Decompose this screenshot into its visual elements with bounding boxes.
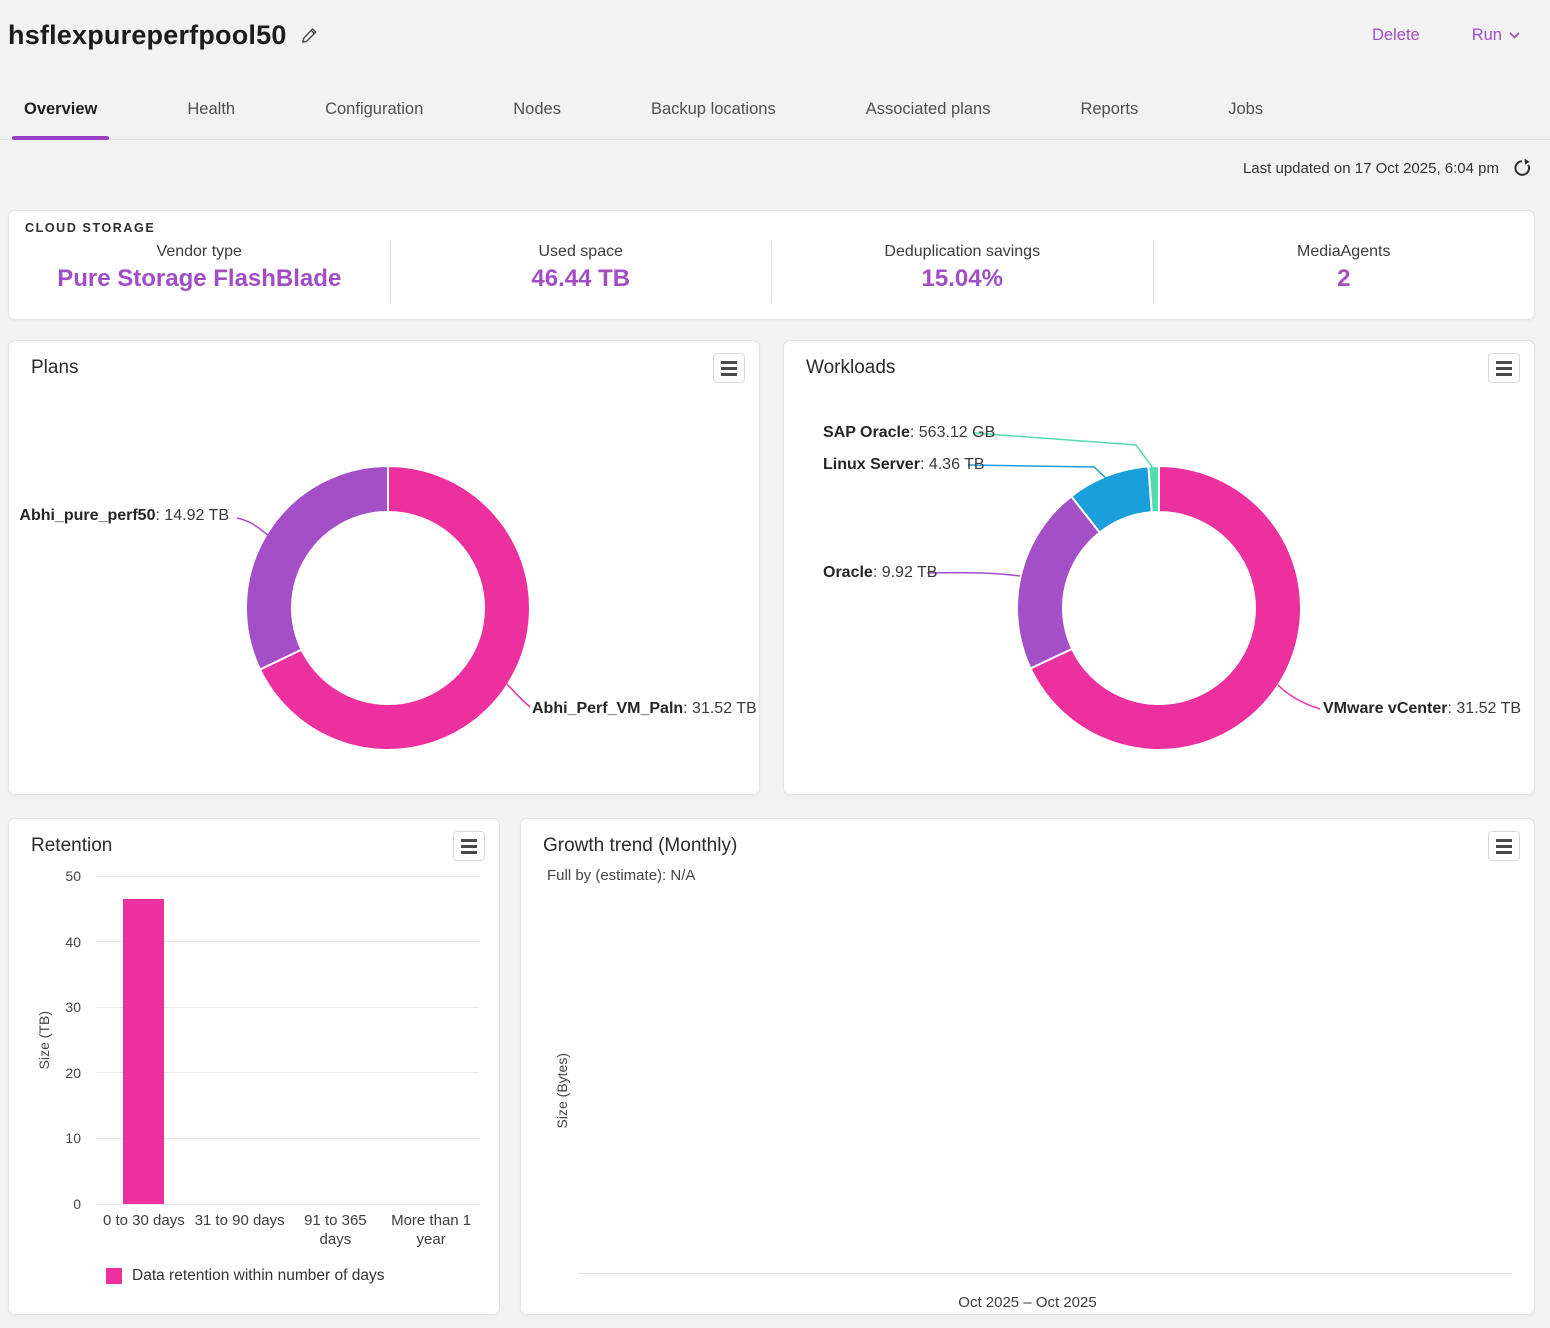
- workloads-card: Workloads SAP Oracle563.12 GB Linux Serv…: [783, 340, 1535, 795]
- y-tick-label: 10: [39, 1130, 81, 1146]
- growth-x-axis-line: [579, 1273, 1511, 1274]
- leader-line: [237, 518, 269, 536]
- stat-label: MediaAgents: [1154, 243, 1535, 261]
- donut-slice-abhi-pure-perf50[interactable]: [246, 466, 388, 670]
- growth-full-by-estimate: Full by (estimate): N/A: [547, 867, 695, 884]
- retention-card-title: Retention: [31, 835, 112, 857]
- workloads-label-vmware-vcenter: VMware vCenter31.52 TB: [1323, 700, 1521, 718]
- slice-label-name: Abhi_Perf_VM_Paln: [532, 700, 683, 717]
- slice-label-value: 9.92 TB: [873, 564, 938, 581]
- leader-line: [1278, 685, 1320, 709]
- slice-label-value: 563.12 GB: [910, 424, 995, 441]
- slice-label-value: 14.92 TB: [155, 507, 229, 524]
- last-updated-text: Last updated on 17 Oct 2025, 6:04 pm: [1243, 160, 1499, 177]
- delete-button[interactable]: Delete: [1372, 26, 1420, 45]
- x-category-label: 31 to 90 days: [192, 1211, 288, 1249]
- retention-legend[interactable]: Data retention within number of days: [106, 1267, 384, 1285]
- refresh-button[interactable]: [1509, 155, 1535, 181]
- workloads-label-linux-server: Linux Server4.36 TB: [823, 456, 985, 474]
- stat-label: Vendor type: [9, 243, 390, 261]
- tab-reports[interactable]: Reports: [1068, 62, 1150, 139]
- tab-overview[interactable]: Overview: [12, 62, 109, 139]
- tab-bar: Overview Health Configuration Nodes Back…: [0, 62, 1550, 140]
- slice-label-name: Linux Server: [823, 456, 920, 473]
- stat-value: Pure Storage FlashBlade: [9, 265, 390, 293]
- edit-title-button[interactable]: [299, 24, 321, 46]
- last-updated-row: Last updated on 17 Oct 2025, 6:04 pm: [0, 140, 1550, 196]
- x-category-label: 0 to 30 days: [96, 1211, 192, 1249]
- retention-bar-0-to-30-days[interactable]: [123, 899, 164, 1204]
- run-button[interactable]: Run: [1472, 26, 1520, 45]
- tab-nodes[interactable]: Nodes: [501, 62, 573, 139]
- pencil-icon: [300, 26, 319, 45]
- growth-trend-card: Growth trend (Monthly) Full by (estimate…: [520, 818, 1535, 1315]
- workloads-donut-slices: [1017, 466, 1301, 750]
- plans-label-abhi-pure-perf50: Abhi_pure_perf5014.92 TB: [19, 507, 229, 525]
- y-tick-label: 50: [39, 868, 81, 884]
- leader-line: [973, 433, 1153, 468]
- y-tick-label: 0: [39, 1196, 81, 1212]
- stat-value: 2: [1154, 265, 1535, 293]
- leader-line: [968, 465, 1107, 479]
- growth-y-axis-label: Size (Bytes): [554, 1053, 570, 1128]
- tab-associated-plans[interactable]: Associated plans: [854, 62, 1003, 139]
- y-tick-label: 30: [39, 999, 81, 1015]
- retention-plot[interactable]: [96, 876, 479, 1204]
- slice-label-value: 31.52 TB: [1448, 700, 1522, 717]
- chevron-down-icon: [1509, 32, 1520, 39]
- donut-slice-oracle[interactable]: [1017, 496, 1100, 668]
- legend-swatch: [106, 1268, 122, 1284]
- slice-label-name: Oracle: [823, 564, 873, 581]
- plans-donut-slices: [246, 466, 530, 750]
- stat-label: Used space: [391, 243, 772, 261]
- stat-used-space: Used space 46.44 TB: [391, 241, 773, 303]
- main-content: CLOUD STORAGE Vendor type Pure Storage F…: [8, 210, 1535, 1315]
- retention-y-axis-label: Size (TB): [36, 1011, 52, 1069]
- refresh-icon: [1511, 157, 1533, 179]
- slice-label-value: 4.36 TB: [920, 456, 985, 473]
- tab-jobs[interactable]: Jobs: [1216, 62, 1275, 139]
- plans-card: Plans Abhi_pure_perf5014.92 TB Abhi_Perf…: [8, 340, 760, 795]
- tab-backup-locations[interactable]: Backup locations: [639, 62, 788, 139]
- stat-vendor-type: Vendor type Pure Storage FlashBlade: [9, 241, 391, 303]
- y-tick-label: 20: [39, 1065, 81, 1081]
- workloads-label-oracle: Oracle9.92 TB: [823, 564, 937, 582]
- x-category-label: 91 to 365 days: [288, 1211, 384, 1249]
- tab-configuration[interactable]: Configuration: [313, 62, 435, 139]
- gridline: [96, 876, 479, 877]
- page-title: hsflexpureperfpool50: [8, 20, 287, 51]
- workloads-label-sap-oracle: SAP Oracle563.12 GB: [823, 424, 995, 442]
- slice-label-name: Abhi_pure_perf50: [19, 507, 155, 524]
- stat-value: 46.44 TB: [391, 265, 772, 293]
- run-button-label: Run: [1472, 26, 1502, 45]
- slice-label-name: SAP Oracle: [823, 424, 910, 441]
- cloud-storage-section-label: CLOUD STORAGE: [9, 221, 1534, 235]
- plans-donut-chart[interactable]: [9, 341, 761, 796]
- plans-label-abhi-perf-vm-paln: Abhi_Perf_VM_Paln31.52 TB: [532, 700, 757, 718]
- leader-line: [507, 684, 530, 707]
- cloud-storage-stats: Vendor type Pure Storage FlashBlade Used…: [9, 241, 1534, 303]
- growth-chart-menu-icon[interactable]: [1488, 831, 1520, 861]
- growth-x-axis-label: Oct 2025 – Oct 2025: [521, 1294, 1534, 1311]
- legend-label: Data retention within number of days: [132, 1267, 384, 1285]
- tab-health[interactable]: Health: [175, 62, 247, 139]
- page-header: hsflexpureperfpool50 Delete Run: [0, 0, 1550, 56]
- y-tick-label: 40: [39, 934, 81, 950]
- delete-button-label: Delete: [1372, 26, 1420, 45]
- stat-value: 15.04%: [772, 265, 1153, 293]
- cloud-storage-card: CLOUD STORAGE Vendor type Pure Storage F…: [8, 210, 1535, 320]
- slice-label-value: 31.52 TB: [683, 700, 757, 717]
- retention-x-categories: 0 to 30 days31 to 90 days91 to 365 daysM…: [96, 1211, 479, 1249]
- slice-label-name: VMware vCenter: [1323, 700, 1448, 717]
- x-category-label: More than 1 year: [383, 1211, 479, 1249]
- stat-label: Deduplication savings: [772, 243, 1153, 261]
- growth-trend-card-title: Growth trend (Monthly): [543, 835, 737, 857]
- stat-deduplication-savings: Deduplication savings 15.04%: [772, 241, 1154, 303]
- retention-card: Retention Size (TB) 50 40 30 20 10 0 0 to 30 …: [8, 818, 500, 1315]
- retention-chart-menu-icon[interactable]: [453, 831, 485, 861]
- stat-mediaagents: MediaAgents 2: [1154, 241, 1535, 303]
- leader-line: [927, 573, 1020, 576]
